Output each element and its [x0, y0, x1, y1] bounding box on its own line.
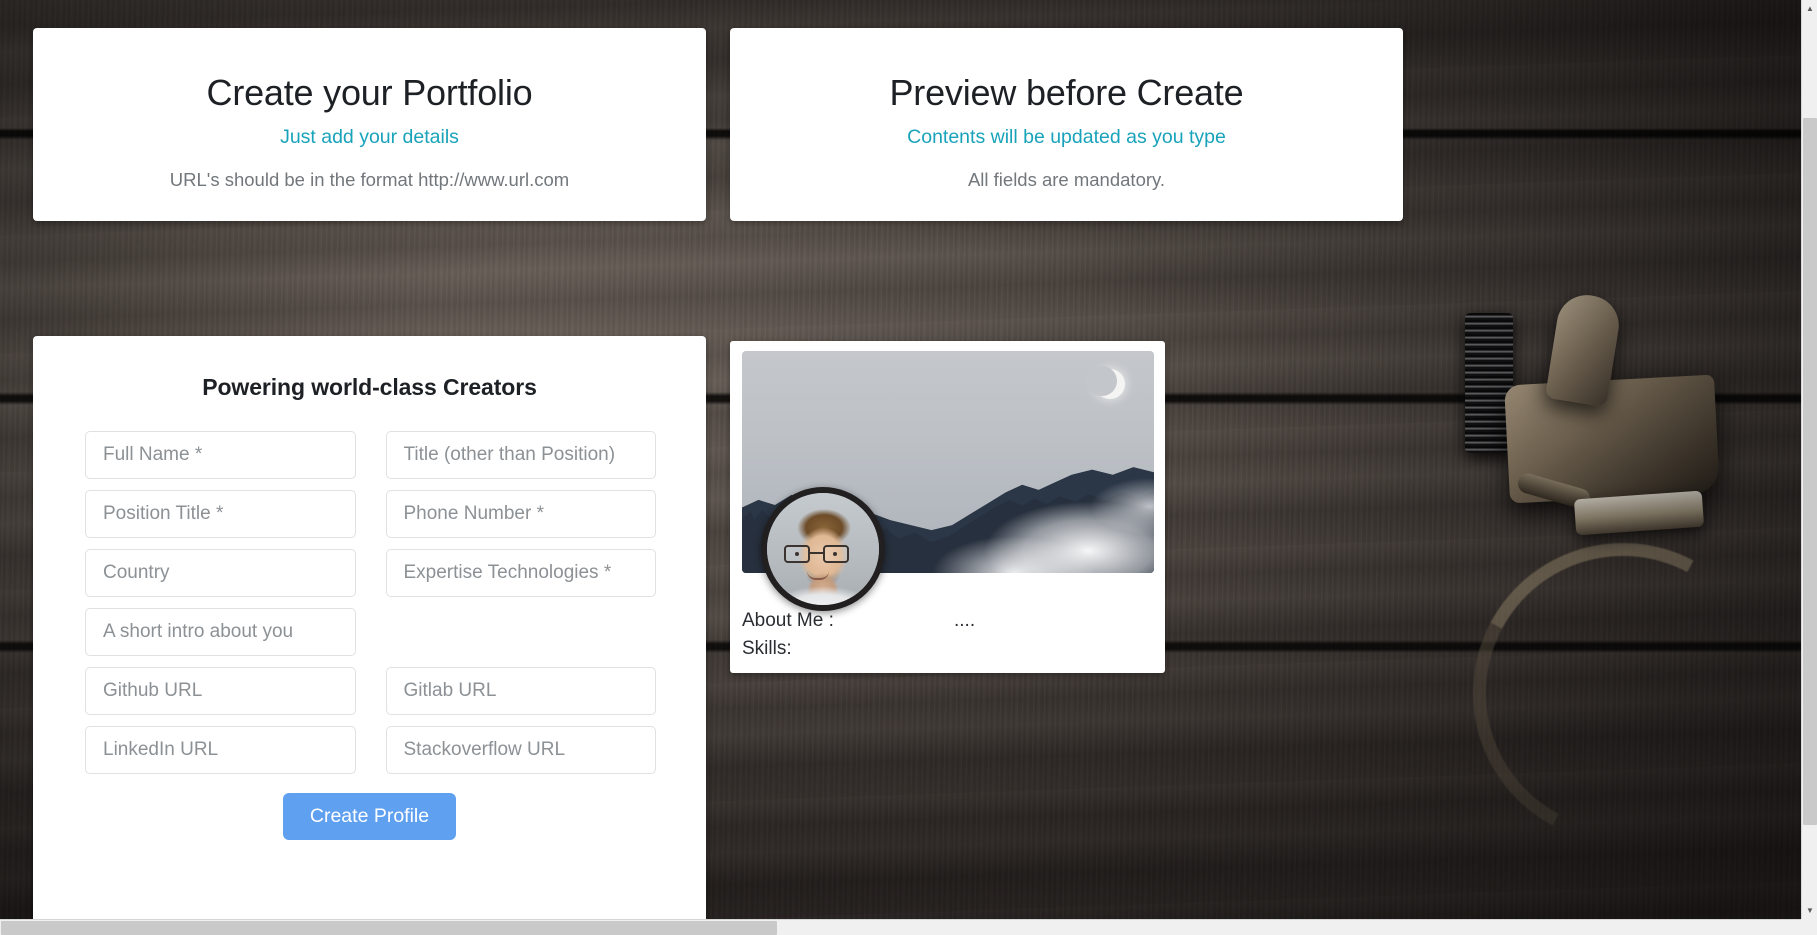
full-name-input[interactable]: [85, 431, 356, 479]
profile-preview-card: About Me : .... Skills:: [730, 341, 1165, 673]
create-portfolio-header-card: Create your Portfolio Just add your deta…: [33, 28, 706, 221]
skills-label: Skills:: [742, 638, 792, 660]
about-me-value: ....: [954, 610, 976, 631]
preview-header-card: Preview before Create Contents will be u…: [730, 28, 1403, 221]
position-title-input[interactable]: [85, 490, 356, 538]
eyeglasses-bridge-icon: [810, 552, 823, 555]
scrollbar-corner: [1801, 919, 1817, 935]
left-eye-icon: [795, 552, 799, 556]
scroll-down-arrow-icon[interactable]: ▼: [1802, 902, 1817, 919]
create-portfolio-title: Create your Portfolio: [206, 72, 533, 113]
create-portfolio-subtitle: Just add your details: [280, 126, 459, 149]
right-eye-icon: [833, 552, 837, 556]
preview-inner: About Me : .... Skills:: [730, 341, 1165, 659]
mandatory-fields-note: All fields are mandatory.: [967, 169, 1166, 191]
crescent-moon-icon: [1087, 366, 1125, 399]
url-format-note: URL's should be in the format http://www…: [169, 169, 570, 191]
country-input[interactable]: [85, 549, 356, 597]
create-profile-button[interactable]: Create Profile: [282, 793, 457, 841]
page-content: Create your Portfolio Just add your deta…: [0, 0, 1801, 931]
preview-meta: About Me : .... Skills:: [742, 608, 1142, 662]
expertise-technologies-input[interactable]: [385, 549, 656, 597]
github-url-input[interactable]: [85, 667, 356, 715]
about-me-row: About Me : ....: [742, 608, 1142, 634]
scroll-up-arrow-icon[interactable]: ▲: [1802, 0, 1817, 17]
vertical-scrollbar[interactable]: ▲ ▼: [1801, 0, 1817, 919]
submit-row: Create Profile: [33, 793, 706, 841]
form-field-grid: [33, 431, 706, 774]
preview-title: Preview before Create: [889, 72, 1244, 113]
preview-subtitle: Contents will be updated as you type: [907, 126, 1226, 149]
short-intro-input[interactable]: [85, 608, 356, 656]
portfolio-form-card: Powering world-class Creators Create Pro…: [33, 336, 706, 931]
horizontal-scrollbar-thumb[interactable]: [1, 921, 777, 935]
about-me-label: About Me :: [742, 610, 834, 631]
horizontal-scrollbar[interactable]: [0, 919, 1817, 935]
stackoverflow-url-input[interactable]: [385, 726, 656, 774]
vertical-scrollbar-thumb[interactable]: [1803, 118, 1817, 825]
form-title: Powering world-class Creators: [202, 374, 537, 400]
phone-number-input[interactable]: [385, 490, 656, 538]
gitlab-url-input[interactable]: [385, 667, 656, 715]
avatar: [761, 487, 885, 611]
linkedin-url-input[interactable]: [85, 726, 356, 774]
title-input[interactable]: [385, 431, 656, 479]
